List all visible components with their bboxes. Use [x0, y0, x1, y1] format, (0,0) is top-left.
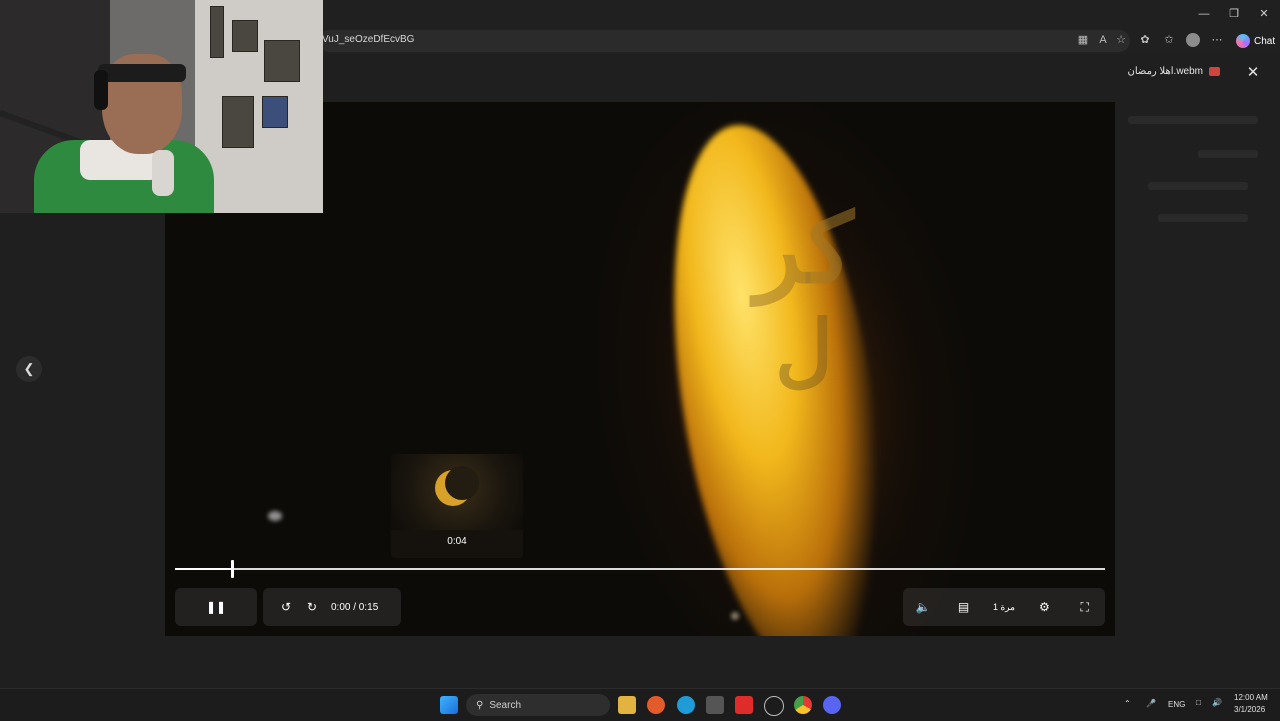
bokeh-light	[268, 511, 282, 521]
time-display: 0:00 / 0:15	[331, 601, 379, 613]
settings-icon[interactable]: ⚙	[1031, 594, 1057, 620]
volume-icon[interactable]: 🔈	[910, 594, 936, 620]
edge-icon[interactable]	[677, 696, 695, 714]
fullscreen-icon[interactable]: ⛶	[1072, 594, 1098, 620]
copilot-chat-button[interactable]: Chat	[1232, 31, 1280, 51]
seek-bar-handle[interactable]	[230, 560, 234, 578]
microphone-tray-icon[interactable]: 🎤	[1146, 699, 1156, 708]
file-explorer-icon[interactable]	[618, 696, 636, 714]
seek-bar[interactable]	[175, 560, 1105, 578]
store-icon[interactable]	[706, 696, 724, 714]
url-field[interactable]: VuJ_seOzeDfEcvBG	[318, 30, 1130, 52]
play-pause-group: ❚❚	[175, 588, 257, 626]
app-icon[interactable]	[764, 696, 784, 716]
chevron-left-icon[interactable]: ❮	[16, 356, 42, 382]
url-text: VuJ_seOzeDfEcvBG	[322, 34, 415, 45]
windows-taskbar: ⚲ Search ⌃ 🎤 ENG □ 🔊 12:00 AM 3/1/2026	[0, 688, 1280, 721]
preview-image	[391, 454, 523, 530]
right-controls-group: 🔈 ▤ 1 مرة ⚙ ⛶	[903, 588, 1105, 626]
close-icon[interactable]: ✕	[1244, 64, 1262, 82]
media-file-title: اهلا رمضان.webm	[1127, 66, 1220, 77]
microphone	[152, 150, 174, 196]
forward-10-icon[interactable]: ↻	[299, 594, 325, 620]
read-aloud-icon[interactable]: ▦	[1076, 33, 1090, 47]
clock-date[interactable]: 3/1/2026	[1234, 705, 1265, 714]
seek-controls-group: ↺ ↻ 0:00 / 0:15	[263, 588, 401, 626]
favorites-icon[interactable]: ✩	[1162, 33, 1176, 47]
network-icon[interactable]: □	[1196, 698, 1201, 707]
speed-button[interactable]: 1 مرة	[991, 594, 1017, 620]
clock-time[interactable]: 12:00 AM	[1234, 693, 1268, 702]
video-file-icon	[1209, 67, 1220, 76]
seek-preview-thumbnail: 0:04	[391, 454, 523, 558]
text-size-icon[interactable]: A	[1096, 33, 1110, 47]
video-calligraphy-lower: ل	[775, 302, 834, 396]
favorite-star-icon[interactable]: ☆	[1114, 33, 1128, 47]
search-icon: ⚲	[476, 699, 484, 711]
search-placeholder: Search	[489, 699, 522, 711]
tray-chevron-icon[interactable]: ⌃	[1124, 699, 1131, 708]
windows-start-icon[interactable]	[440, 696, 458, 714]
seek-bar-fill	[175, 568, 232, 570]
speaker-tray-icon[interactable]: 🔊	[1212, 698, 1222, 707]
copilot-icon	[1236, 34, 1250, 48]
chrome-icon[interactable]	[794, 696, 812, 714]
firefox-icon[interactable]	[647, 696, 665, 714]
captions-icon[interactable]: ▤	[951, 594, 977, 620]
language-indicator[interactable]: ENG	[1168, 700, 1185, 709]
headphones	[94, 70, 108, 110]
taskbar-search[interactable]: ⚲ Search	[466, 694, 610, 716]
restore-icon[interactable]: ❐	[1224, 6, 1244, 22]
video-calligraphy: كر	[755, 192, 854, 305]
profile-avatar[interactable]	[1186, 33, 1200, 47]
minimize-icon[interactable]: —	[1194, 6, 1214, 22]
dimmed-file-list	[1118, 104, 1268, 244]
close-window-icon[interactable]: ✕	[1254, 6, 1274, 22]
file-name: اهلا رمضان.webm	[1127, 66, 1204, 77]
discord-icon[interactable]	[823, 696, 841, 714]
bokeh-light-small	[731, 612, 739, 620]
preview-time: 0:04	[447, 536, 467, 547]
pause-icon[interactable]: ❚❚	[203, 594, 229, 620]
webcam-overlay	[0, 0, 323, 213]
youtube-icon[interactable]	[735, 696, 753, 714]
rewind-10-icon[interactable]: ↺	[273, 594, 299, 620]
more-menu-icon[interactable]: ⋯	[1210, 33, 1224, 47]
chat-label: Chat	[1254, 35, 1276, 47]
extensions-icon[interactable]: ✿	[1138, 33, 1152, 47]
